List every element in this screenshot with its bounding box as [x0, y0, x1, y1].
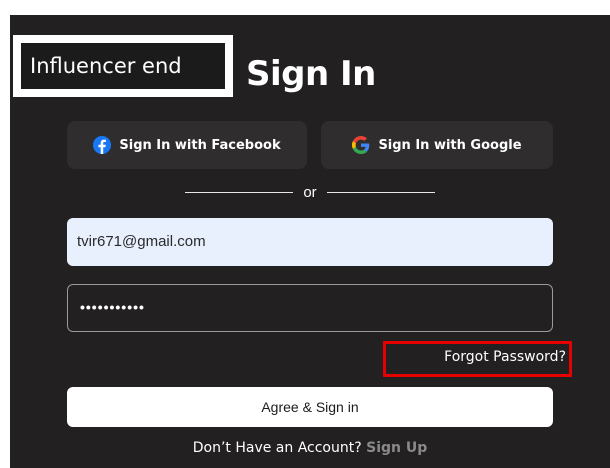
google-sign-in-button[interactable]: Sign In with Google: [321, 121, 553, 169]
facebook-icon: [93, 136, 112, 154]
page-title: Sign In: [246, 54, 376, 94]
forgot-password-link[interactable]: Forgot Password?: [383, 341, 566, 377]
password-field[interactable]: •••••••••••: [67, 284, 553, 332]
facebook-sign-in-button[interactable]: Sign In with Facebook: [67, 121, 307, 169]
divider-line-right: [326, 191, 435, 193]
facebook-sign-in-label: Sign In with Facebook: [119, 137, 281, 153]
email-field[interactable]: tvir671@gmail.com: [67, 218, 553, 266]
annotation-label: Influencer end: [21, 43, 225, 89]
sign-up-link[interactable]: Sign Up: [366, 440, 427, 456]
divider-line-left: [185, 191, 294, 193]
or-divider: or: [185, 180, 435, 204]
signup-prompt: Don’t Have an Account? Sign Up: [10, 440, 610, 456]
google-sign-in-label: Sign In with Google: [378, 137, 522, 153]
divider-text: or: [303, 183, 317, 201]
google-icon: [352, 136, 370, 154]
agree-sign-in-button[interactable]: Agree & Sign in: [67, 387, 553, 427]
signup-prompt-text: Don’t Have an Account?: [192, 440, 362, 456]
